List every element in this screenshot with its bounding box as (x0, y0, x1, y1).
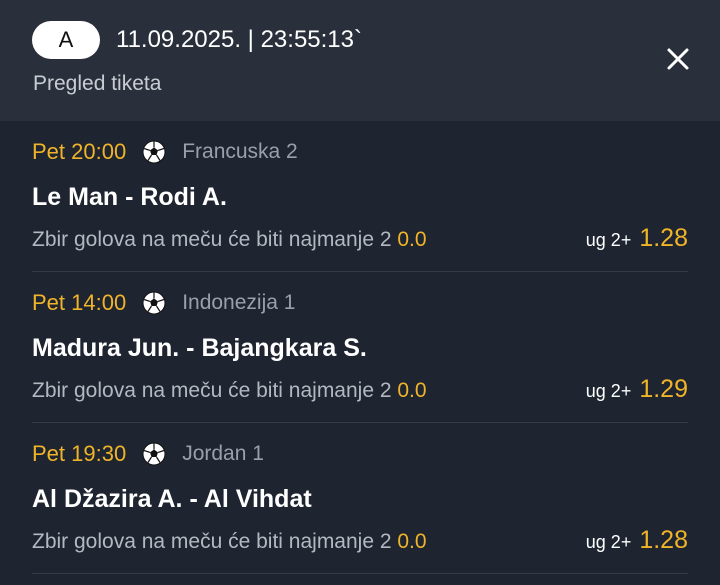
market-label: Zbir golova na meču će biti najmanje 2 (32, 530, 392, 553)
market-value: 0.0 (397, 379, 427, 402)
match-item[interactable]: Pet 20:00 Francuska 2 Le Man - Rodi A. Z… (32, 121, 688, 272)
ticket-datetime: 11.09.2025. | 23:55:13` (116, 26, 362, 53)
match-league: Indonezija 1 (182, 291, 296, 314)
match-market: Zbir golova na meču će biti najmanje 2 0… (32, 228, 427, 252)
market-value: 0.0 (397, 530, 427, 553)
market-label: Zbir golova na meču će biti najmanje 2 (32, 379, 392, 402)
match-list: Pet 20:00 Francuska 2 Le Man - Rodi A. Z… (0, 121, 720, 574)
match-time: Pet 20:00 (32, 139, 127, 164)
match-item[interactable]: Pet 14:00 Indonezija 1 Madura Jun. - Baj… (32, 272, 688, 423)
market-value: 0.0 (397, 228, 427, 251)
match-market: Zbir golova na meču će biti najmanje 2 0… (32, 530, 427, 554)
page-subtitle: Pregled tiketa (33, 72, 162, 95)
market-label: Zbir golova na meču će biti najmanje 2 (32, 228, 392, 251)
ticket-badge: A (32, 21, 100, 59)
soccer-ball-icon (142, 291, 166, 315)
match-meta: Pet 14:00 Indonezija 1 (32, 290, 295, 316)
match-time: Pet 19:30 (32, 441, 127, 466)
close-icon[interactable] (660, 41, 696, 77)
match-pick: ug 2+ 1.28 (586, 224, 688, 253)
ticket-header: A 11.09.2025. | 23:55:13` Pregled tiketa (0, 0, 720, 121)
match-pick: ug 2+ 1.28 (586, 526, 688, 555)
match-item[interactable]: Pet 19:30 Jordan 1 Al Džazira A. - Al Vi… (32, 423, 688, 574)
match-time: Pet 14:00 (32, 290, 127, 315)
match-league: Francuska 2 (182, 140, 298, 163)
soccer-ball-icon (142, 140, 166, 164)
pick-code: ug 2+ (585, 381, 632, 401)
match-teams: Le Man - Rodi A. (32, 183, 227, 211)
soccer-ball-icon (142, 442, 166, 466)
match-market: Zbir golova na meču će biti najmanje 2 0… (32, 379, 427, 403)
pick-odd: 1.29 (639, 375, 688, 403)
pick-code: ug 2+ (585, 230, 632, 250)
match-meta: Pet 20:00 Francuska 2 (32, 139, 298, 165)
match-meta: Pet 19:30 Jordan 1 (32, 441, 264, 467)
pick-odd: 1.28 (639, 526, 688, 554)
match-league: Jordan 1 (182, 442, 264, 465)
match-teams: Madura Jun. - Bajangkara S. (32, 334, 367, 362)
pick-odd: 1.28 (639, 224, 688, 252)
match-pick: ug 2+ 1.29 (586, 375, 688, 404)
pick-code: ug 2+ (585, 532, 632, 552)
match-teams: Al Džazira A. - Al Vihdat (32, 485, 312, 513)
